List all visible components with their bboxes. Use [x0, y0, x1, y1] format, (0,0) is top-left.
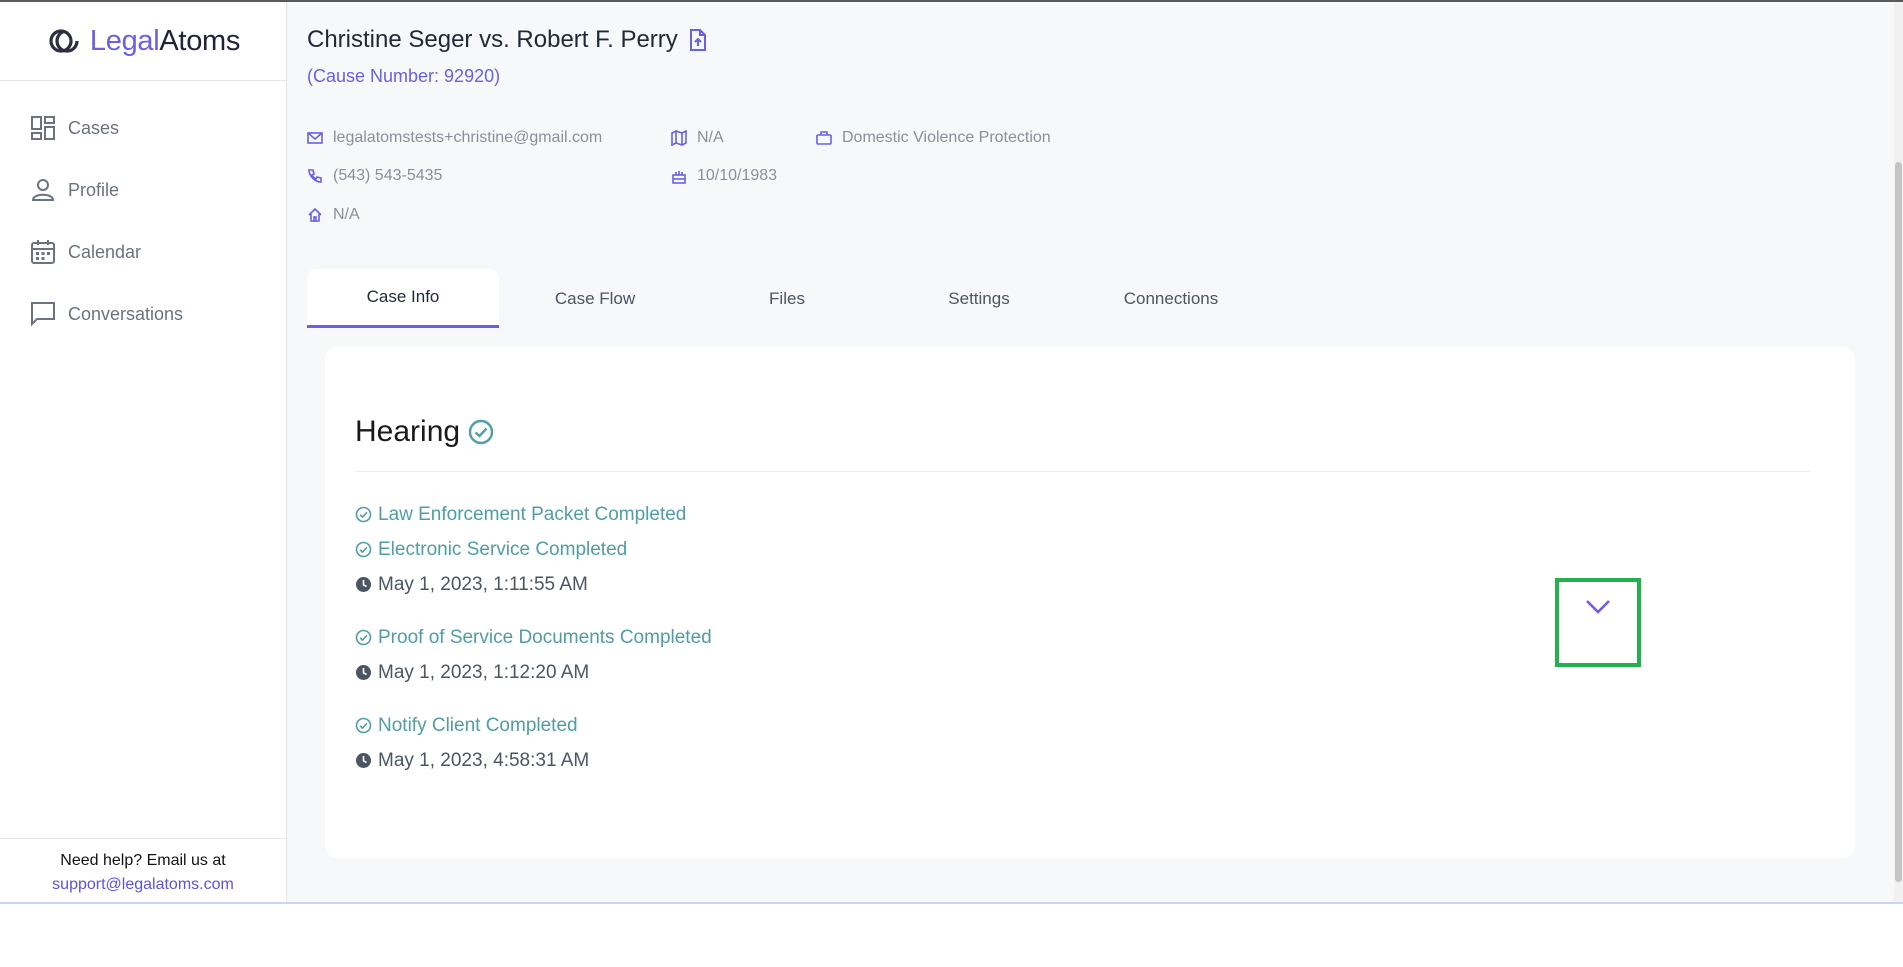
tab-settings[interactable]: Settings [883, 269, 1075, 328]
sidebar-item-cases[interactable]: Cases [0, 97, 286, 159]
contact-address: N/A [307, 206, 360, 224]
contact-case-type: Domestic Violence Protection [816, 129, 1051, 147]
clock-icon [356, 665, 371, 680]
check-circle-icon [355, 717, 372, 734]
check-circle-icon [355, 629, 372, 646]
help-footer: Need help? Email us at support@legalatom… [0, 838, 286, 902]
check-circle-icon [355, 506, 372, 523]
help-text: Need help? Email us at [60, 852, 226, 869]
home-icon [308, 207, 322, 222]
contact-dob: 10/10/1983 [671, 167, 777, 185]
cake-icon [672, 171, 686, 184]
hearing-events: Law Enforcement Packet Completed Electro… [355, 497, 712, 778]
event-item: Electronic Service Completed [355, 532, 712, 567]
tab-case-flow[interactable]: Case Flow [499, 269, 691, 328]
calendar-icon [31, 240, 55, 264]
chevron-down-icon [1586, 600, 1610, 614]
case-title: Christine Seger vs. Robert F. Perry [307, 26, 678, 53]
contact-phone: (543) 543-5435 [307, 167, 442, 185]
event-timestamp: May 1, 2023, 4:58:31 AM [355, 743, 712, 778]
tab-files[interactable]: Files [691, 269, 883, 328]
phone-icon [308, 169, 322, 183]
sidebar: LegalAtoms Cases Profile Calendar Conver… [0, 2, 287, 902]
person-icon [31, 179, 55, 201]
event-item: Notify Client Completed [355, 708, 712, 743]
tab-case-info[interactable]: Case Info [307, 269, 499, 328]
sidebar-nav: Cases Profile Calendar Conversations [0, 81, 286, 345]
clock-icon [356, 577, 371, 592]
logo[interactable]: LegalAtoms [0, 2, 286, 81]
support-email-link[interactable]: support@legalatoms.com [52, 876, 234, 893]
hearing-card: Hearing Law Enforcement Packet Completed… [325, 347, 1855, 858]
app-window: LegalAtoms Cases Profile Calendar Conver… [0, 0, 1903, 904]
sidebar-item-label: Cases [68, 117, 120, 138]
event-timestamp: May 1, 2023, 1:12:20 AM [355, 655, 712, 690]
sidebar-item-conversations[interactable]: Conversations [0, 283, 286, 345]
dashboard-icon [31, 116, 55, 140]
sidebar-item-label: Conversations [68, 303, 184, 324]
cause-number: (Cause Number: 92920) [307, 66, 501, 86]
briefcase-icon [816, 131, 832, 145]
event-timestamp: May 1, 2023, 1:11:55 AM [355, 567, 712, 602]
logo-icon [49, 29, 79, 53]
tab-connections[interactable]: Connections [1075, 269, 1267, 328]
chat-icon [31, 302, 55, 327]
contact-email: legalatomstests+christine@gmail.com [307, 129, 602, 147]
logo-text: LegalAtoms [89, 24, 241, 57]
event-item: Proof of Service Documents Completed [355, 620, 712, 655]
contact-info: legalatomstests+christine@gmail.com (543… [307, 129, 1903, 249]
map-icon [671, 130, 687, 146]
main-content: Christine Seger vs. Robert F. Perry (Cau… [287, 2, 1903, 902]
scrollbar-thumb[interactable] [1895, 162, 1902, 882]
sidebar-item-calendar[interactable]: Calendar [0, 221, 286, 283]
divider [355, 471, 1810, 472]
check-circle-icon [468, 419, 494, 445]
case-tabs: Case Info Case Flow Files Settings Conne… [307, 269, 1267, 328]
sidebar-item-label: Calendar [68, 241, 142, 262]
clock-icon [356, 753, 371, 768]
event-item: Law Enforcement Packet Completed [355, 497, 712, 532]
sidebar-item-profile[interactable]: Profile [0, 159, 286, 221]
case-header: Christine Seger vs. Robert F. Perry (Cau… [287, 2, 1903, 249]
document-upload-icon[interactable] [688, 29, 708, 51]
contact-map: N/A [671, 129, 724, 147]
check-circle-icon [355, 541, 372, 558]
hearing-heading: Hearing [355, 415, 494, 449]
expand-toggle-button[interactable] [1555, 578, 1641, 667]
mail-icon [307, 132, 323, 144]
sidebar-item-label: Profile [68, 179, 120, 200]
